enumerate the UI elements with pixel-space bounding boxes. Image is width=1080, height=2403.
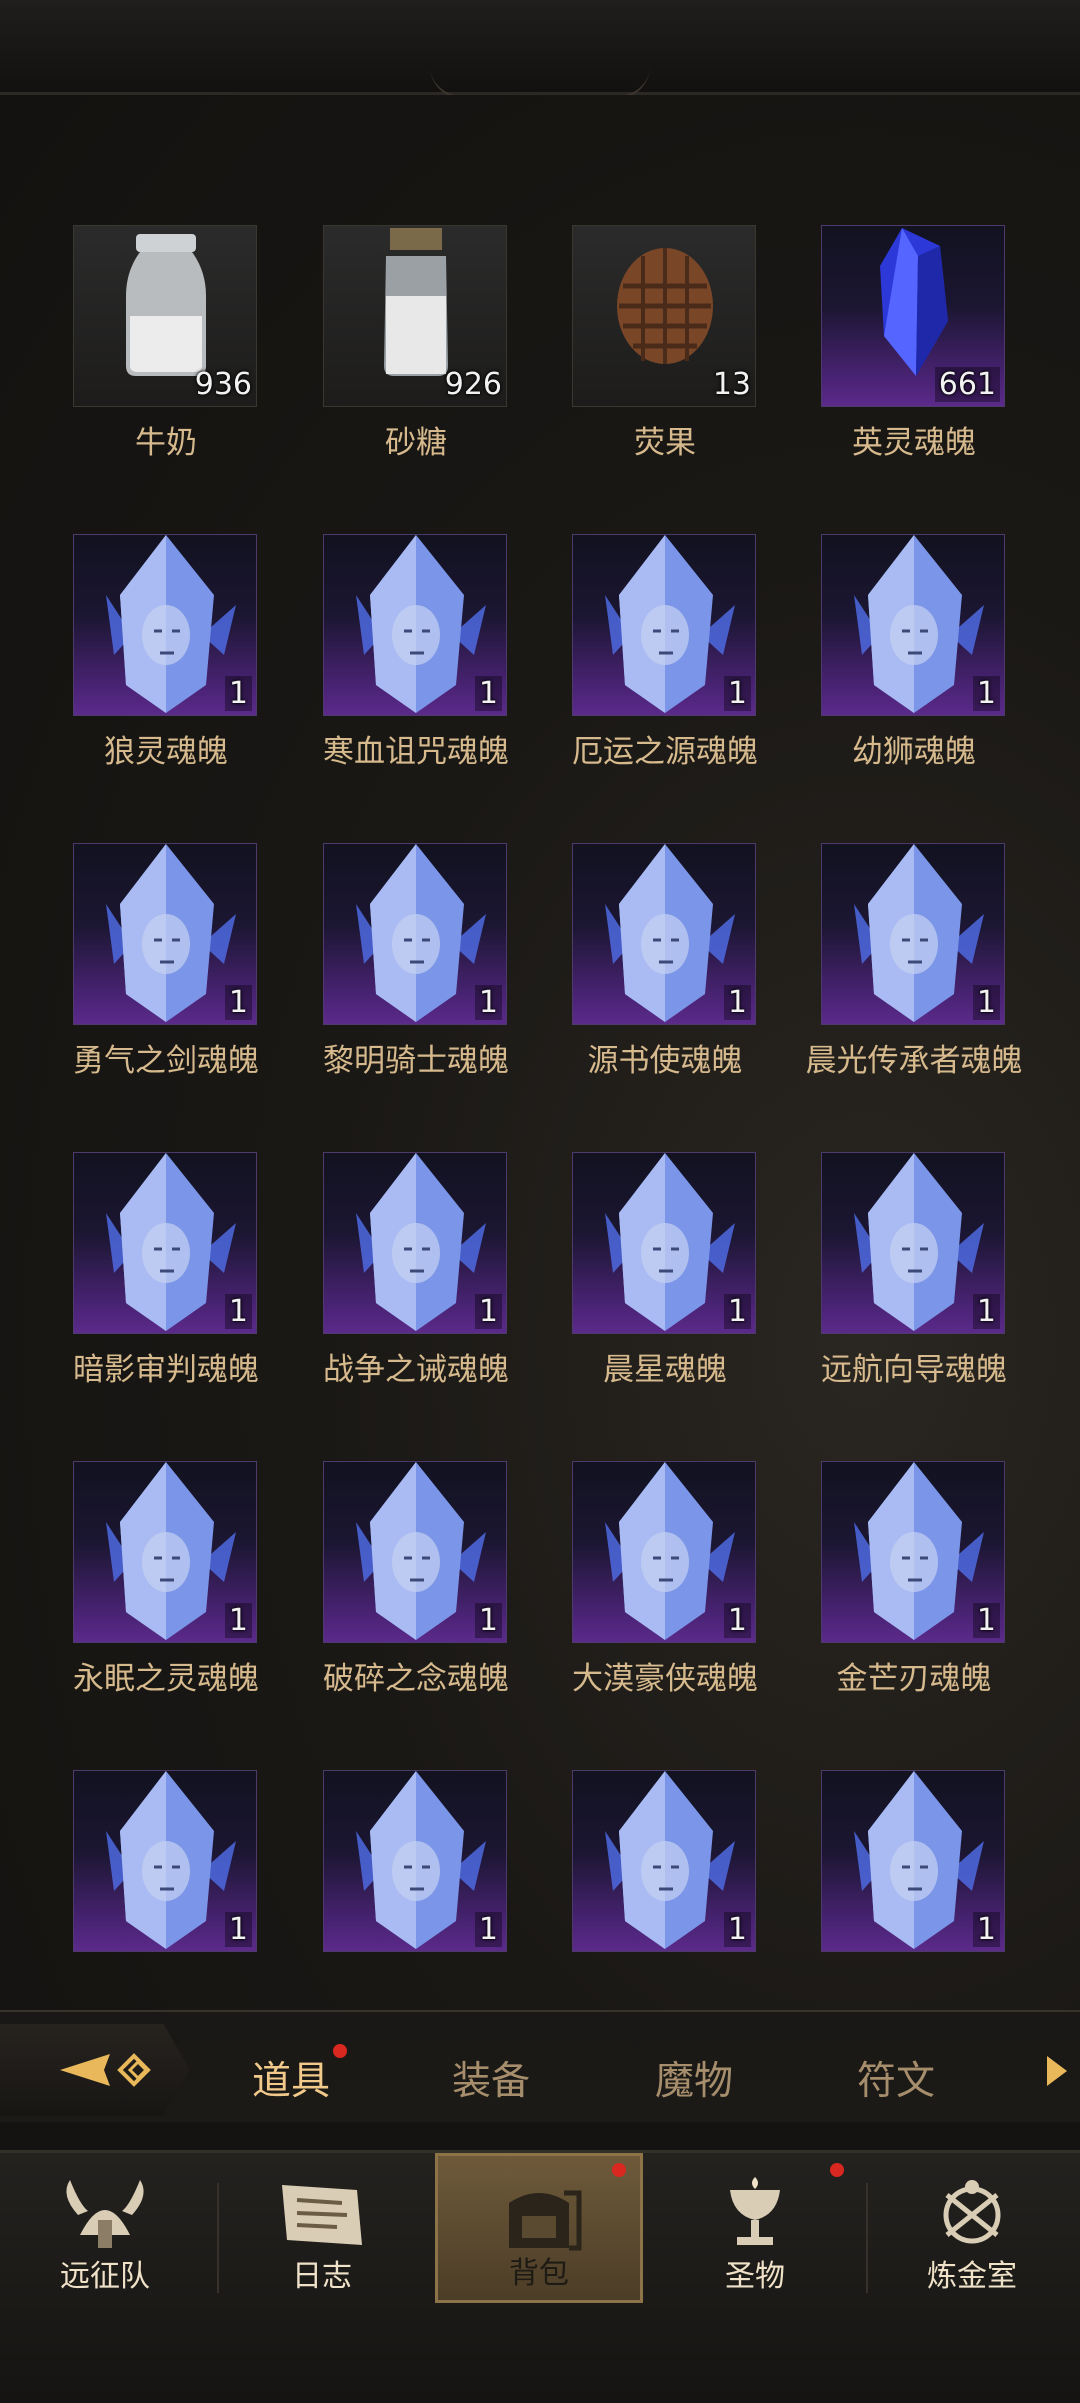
item-slot[interactable]: 1 <box>572 1152 756 1334</box>
alchemy-icon <box>943 2180 1001 2244</box>
item-count: 1 <box>972 1912 1000 1947</box>
item-slot[interactable]: 1 <box>821 1461 1005 1643</box>
scroll-icon <box>282 2185 362 2245</box>
category-tab-bar: 道具 装备 魔物 符文 <box>0 2010 1080 2122</box>
item-count: 1 <box>474 676 502 711</box>
tab-equipment[interactable]: 装备 <box>452 2050 530 2106</box>
item-name: 寒血诅咒魂魄 <box>323 734 509 770</box>
item-slot[interactable]: 1 <box>572 1461 756 1643</box>
nav-relics-badge <box>830 2163 844 2177</box>
item-count: 1 <box>723 1294 751 1329</box>
item-name: 铸魔人魂魄 <box>532 1962 798 1970</box>
item-slot[interactable]: 1 <box>821 1770 1005 1952</box>
item-name: 砂糖 <box>385 425 447 461</box>
item-slot[interactable]: 1 <box>821 1152 1005 1334</box>
item-name: 黎明骑士魂魄 <box>323 1043 509 1079</box>
inventory-grid[interactable]: 936 牛奶 926 砂糖 13 荧果 661 英灵魂魄 1 狼灵魂魄 1 寒血诅咒魂魄 1 厄运之源魂魄… <box>0 95 1080 1970</box>
bottom-navigation: 远征队 日志 背包 圣物 炼金室 <box>0 2150 1080 2403</box>
item-count: 661 <box>934 367 1000 402</box>
nav-divider <box>866 2183 868 2293</box>
item-slot[interactable]: 936 <box>73 225 257 407</box>
nav-journal[interactable]: 日志 <box>222 2153 422 2303</box>
tab-items[interactable]: 道具 <box>252 2050 330 2106</box>
item-slot[interactable]: 1 <box>323 1770 507 1952</box>
chevron-right-icon[interactable] <box>1045 2054 1071 2088</box>
item-slot[interactable]: 1 <box>323 1152 507 1334</box>
item-count: 936 <box>194 367 252 402</box>
item-name: 大漠豪侠魂魄 <box>572 1661 758 1697</box>
item-slot[interactable]: 1 <box>323 534 507 716</box>
item-count: 1 <box>972 985 1000 1020</box>
item-name: 破碎之念魂魄 <box>323 1661 509 1697</box>
item-name: 狼灵魂魄 <box>104 734 228 770</box>
item-count: 926 <box>444 367 502 402</box>
item-name: 言誓之剑魂魄 <box>33 1962 299 1970</box>
item-count: 1 <box>723 676 751 711</box>
item-name: 永眠之灵魂魄 <box>73 1661 259 1697</box>
item-slot[interactable]: 1 <box>821 843 1005 1025</box>
item-slot[interactable]: 1 <box>572 843 756 1025</box>
item-name: 晨星魂魄 <box>603 1352 727 1388</box>
item-name: 勇气之剑魂魄 <box>73 1043 259 1079</box>
item-name: 远航向导魂魄 <box>821 1352 1007 1388</box>
item-count: 1 <box>723 1912 751 1947</box>
back-arrow-icon <box>60 2053 151 2087</box>
item-name: 英灵魂魄 <box>852 425 976 461</box>
item-name: 荧果 <box>634 425 696 461</box>
item-count: 1 <box>224 1603 252 1638</box>
item-slot[interactable]: 1 <box>73 1461 257 1643</box>
item-slot[interactable]: 1 <box>323 843 507 1025</box>
item-count: 1 <box>474 1294 502 1329</box>
item-count: 1 <box>474 985 502 1020</box>
item-count: 1 <box>972 1294 1000 1329</box>
item-name: 夜莺魂魄 <box>781 1962 1047 1970</box>
item-slot[interactable]: 1 <box>73 843 257 1025</box>
item-count: 1 <box>972 676 1000 711</box>
item-slot[interactable]: 926 <box>323 225 507 407</box>
item-name: 晨光传承者魂魄 <box>805 1043 1023 1079</box>
nav-expedition[interactable]: 远征队 <box>5 2153 205 2303</box>
item-slot[interactable]: 1 <box>572 1770 756 1952</box>
nav-alchemy[interactable]: 炼金室 <box>872 2153 1072 2303</box>
item-name: 源书使魂魄 <box>587 1043 743 1079</box>
item-name: 战争之诫魂魄 <box>323 1352 509 1388</box>
nav-divider <box>217 2183 219 2293</box>
nav-relics[interactable]: 圣物 <box>655 2153 855 2303</box>
item-count: 1 <box>224 676 252 711</box>
item-slot[interactable]: 1 <box>323 1461 507 1643</box>
item-count: 1 <box>224 1294 252 1329</box>
item-slot[interactable]: 661 <box>821 225 1005 407</box>
tab-runes[interactable]: 符文 <box>857 2050 935 2106</box>
item-count: 1 <box>723 985 751 1020</box>
item-count: 1 <box>972 1603 1000 1638</box>
item-slot[interactable]: 13 <box>572 225 756 407</box>
item-slot[interactable]: 1 <box>73 1152 257 1334</box>
item-count: 1 <box>723 1603 751 1638</box>
item-name: 金芒刃魂魄 <box>836 1661 992 1697</box>
item-name: 不灭风暴魂魄 <box>283 1962 549 1970</box>
nav-backpack[interactable]: 背包 <box>435 2153 643 2303</box>
item-name: 幼狮魂魄 <box>852 734 976 770</box>
item-slot[interactable]: 1 <box>821 534 1005 716</box>
top-header-bar <box>0 0 1080 99</box>
nav-backpack-badge <box>612 2163 626 2177</box>
backpack-icon <box>509 2190 582 2251</box>
item-count: 1 <box>224 985 252 1020</box>
item-slot[interactable]: 1 <box>572 534 756 716</box>
item-count: 1 <box>224 1912 252 1947</box>
item-name: 厄运之源魂魄 <box>572 734 758 770</box>
chalice-icon <box>730 2177 780 2245</box>
back-button[interactable] <box>0 2024 190 2116</box>
item-count: 1 <box>474 1912 502 1947</box>
tab-items-badge <box>333 2044 347 2058</box>
tab-monsters[interactable]: 魔物 <box>655 2050 733 2106</box>
item-name: 暗影审判魂魄 <box>73 1352 259 1388</box>
item-count: 13 <box>712 367 751 402</box>
item-count: 1 <box>474 1603 502 1638</box>
item-slot[interactable]: 1 <box>73 534 257 716</box>
viking-helmet-icon <box>66 2180 144 2248</box>
item-name: 牛奶 <box>135 425 197 461</box>
item-slot[interactable]: 1 <box>73 1770 257 1952</box>
